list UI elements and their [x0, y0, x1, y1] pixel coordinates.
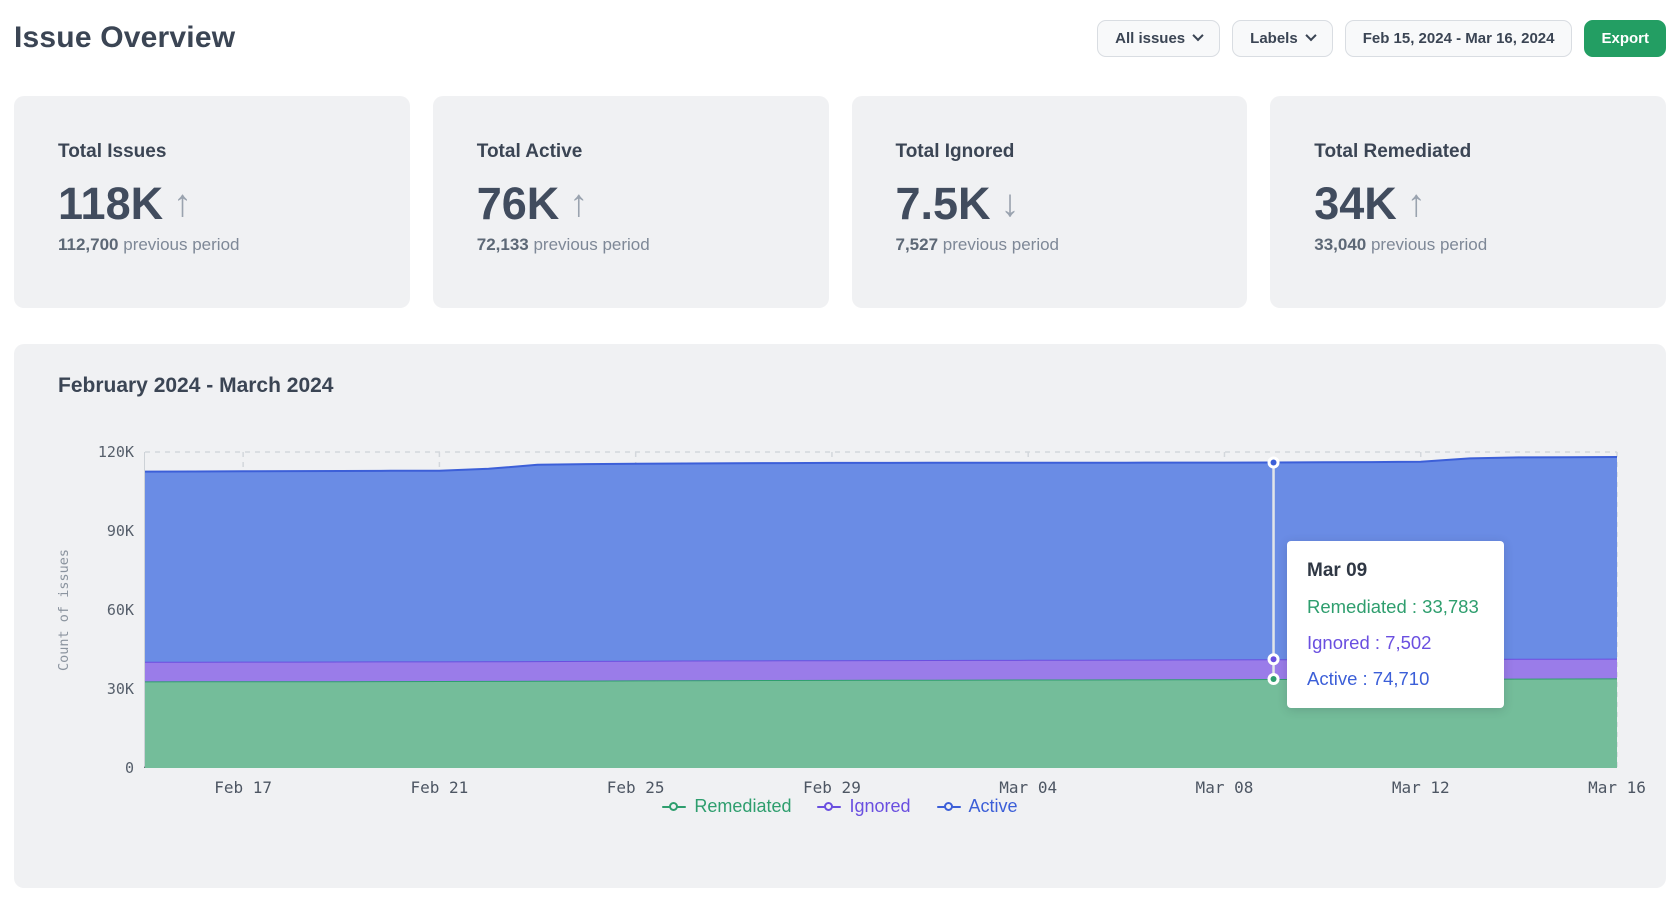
trend-down-icon: ↓: [1001, 185, 1020, 223]
stat-card-label: Total Ignored: [896, 141, 1228, 163]
tooltip-row: Remediated : 33,783: [1307, 596, 1484, 618]
legend-item-remediated[interactable]: Remediated: [662, 796, 791, 817]
legend-line-marker-icon: [937, 802, 961, 812]
stat-card: Total Remediated 34K↑ 33,040 previous peri…: [1270, 96, 1666, 308]
chart-title: February 2024 - March 2024: [58, 374, 333, 398]
y-axis-tick-label: 90K: [107, 522, 134, 540]
x-axis-tick-label: Feb 17: [214, 778, 272, 797]
chart-tooltip: Mar 09 Remediated : 33,783 Ignored : 7,50…: [1287, 541, 1504, 708]
legend-item-active[interactable]: Active: [937, 796, 1018, 817]
stat-card-previous: 72,133 previous period: [477, 235, 809, 255]
plot-area[interactable]: Mar 09 Remediated : 33,783 Ignored : 7,50…: [144, 452, 1616, 768]
stat-card-value: 7.5K↓: [896, 181, 1228, 226]
tooltip-date: Mar 09: [1307, 560, 1484, 582]
y-axis-tick-label: 120K: [98, 443, 134, 461]
legend-label: Active: [969, 796, 1018, 817]
trend-up-icon: ↑: [569, 185, 588, 223]
all-issues-filter-label: All issues: [1115, 30, 1185, 47]
stat-card-value: 118K↑: [58, 181, 390, 226]
y-axis-tick-label: 0: [125, 759, 134, 777]
tooltip-rows: Remediated : 33,783 Ignored : 7,502 Active…: [1307, 596, 1484, 690]
stat-card-label: Total Active: [477, 141, 809, 163]
issue-overview-page: Issue Overview All issues Labels Feb 15,…: [0, 16, 1680, 888]
tooltip-row: Ignored : 7,502: [1307, 632, 1484, 654]
page-title: Issue Overview: [14, 21, 235, 55]
x-axis-tick-label: Mar 04: [999, 778, 1057, 797]
stat-card-previous: 33,040 previous period: [1314, 235, 1646, 255]
x-axis-tick-label: Mar 16: [1588, 778, 1646, 797]
x-axis-tick-label: Feb 21: [410, 778, 468, 797]
y-axis-tick-label: 60K: [107, 601, 134, 619]
labels-filter-label: Labels: [1250, 30, 1298, 47]
trend-up-icon: ↑: [173, 185, 192, 223]
labels-filter-button[interactable]: Labels: [1232, 20, 1333, 57]
x-axis-tick-label: Mar 08: [1196, 778, 1254, 797]
stat-card-previous: 7,527 previous period: [896, 235, 1228, 255]
date-range-picker-button[interactable]: Feb 15, 2024 - Mar 16, 2024: [1345, 20, 1573, 57]
stat-card: Total Issues 118K↑ 112,700 previous period: [14, 96, 410, 308]
x-axis-tick-label: Feb 29: [803, 778, 861, 797]
y-axis-title: Count of issues: [56, 549, 72, 671]
tooltip-row: Active : 74,710: [1307, 668, 1484, 690]
date-range-label: Feb 15, 2024 - Mar 16, 2024: [1363, 30, 1555, 47]
export-button[interactable]: Export: [1584, 20, 1666, 57]
stat-card-value: 76K↑: [477, 181, 809, 226]
trend-up-icon: ↑: [1407, 185, 1426, 223]
stat-card: Total Active 76K↑ 72,133 previous period: [433, 96, 829, 308]
stat-cards-row: Total Issues 118K↑ 112,700 previous period…: [14, 96, 1666, 308]
all-issues-filter-button[interactable]: All issues: [1097, 20, 1220, 57]
legend-label: Remediated: [694, 796, 791, 817]
legend-label: Ignored: [849, 796, 910, 817]
stat-card-previous: 112,700 previous period: [58, 235, 390, 255]
legend-line-marker-icon: [662, 802, 686, 812]
header-controls: All issues Labels Feb 15, 2024 - Mar 16,…: [1097, 20, 1666, 57]
stat-card-label: Total Remediated: [1314, 141, 1646, 163]
stat-card-value: 34K↑: [1314, 181, 1646, 226]
legend-line-marker-icon: [817, 802, 841, 812]
chevron-down-icon: [1305, 29, 1316, 40]
chart-panel: February 2024 - March 2024 Count of issu…: [14, 344, 1666, 888]
chevron-down-icon: [1192, 29, 1203, 40]
x-axis-tick-label: Mar 12: [1392, 778, 1450, 797]
y-axis-tick-label: 30K: [107, 680, 134, 698]
legend-item-ignored[interactable]: Ignored: [817, 796, 910, 817]
stat-card-label: Total Issues: [58, 141, 390, 163]
chart-legend: Remediated Ignored Active: [14, 796, 1666, 817]
stat-card: Total Ignored 7.5K↓ 7,527 previous period: [852, 96, 1248, 308]
x-axis-tick-label: Feb 25: [607, 778, 665, 797]
header: Issue Overview All issues Labels Feb 15,…: [14, 16, 1666, 60]
